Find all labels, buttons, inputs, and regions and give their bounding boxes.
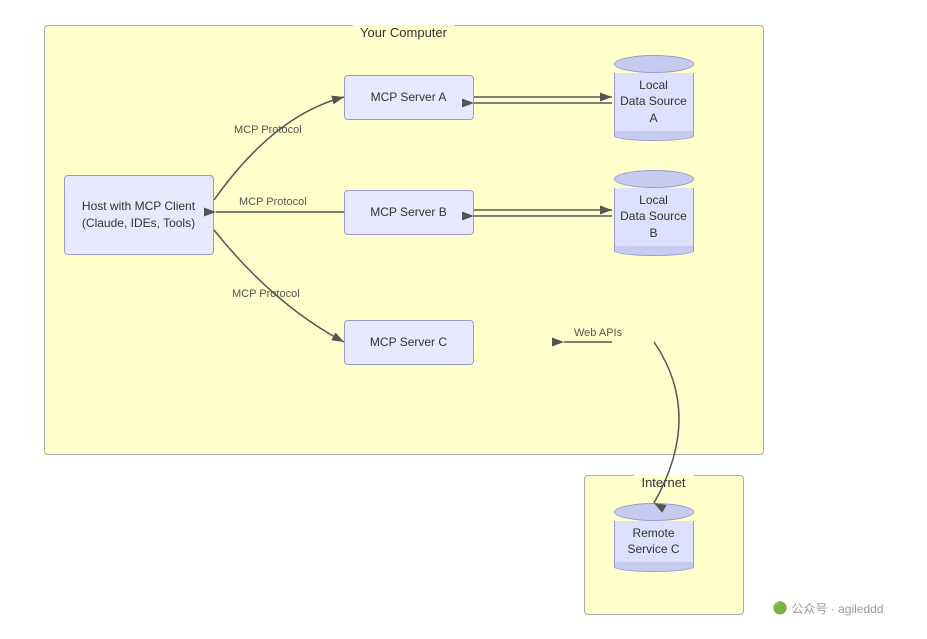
watermark: 🟢 公众号 · agileddd [773,600,884,617]
watermark-icon: 🟢 [773,601,788,615]
cylinder-a-body: LocalData Source A [614,73,694,136]
data-source-a: LocalData Source A [614,55,694,141]
cylinder-b-top [614,170,694,188]
server-a-label: MCP Server A [371,89,447,106]
your-computer-label: Your Computer [352,25,455,40]
cylinder-c-bottom [614,562,694,572]
remote-service-c: RemoteService C [614,503,694,573]
server-a-node: MCP Server A [344,75,474,120]
cylinder-b-body: LocalData Source B [614,188,694,251]
diagram-container: Your Computer Internet Host with MCP Cli… [24,15,904,625]
diagram-wrapper: Your Computer Internet Host with MCP Cli… [0,0,927,639]
host-node: Host with MCP Client(Claude, IDEs, Tools… [64,175,214,255]
cylinder-a-bottom [614,131,694,141]
watermark-text: 公众号 · agileddd [791,600,883,617]
server-c-label: MCP Server C [370,334,447,351]
cylinder-c-top [614,503,694,521]
server-b-label: MCP Server B [370,204,446,221]
cylinder-c-body: RemoteService C [614,521,694,568]
server-b-node: MCP Server B [344,190,474,235]
data-source-b: LocalData Source B [614,170,694,256]
host-label: Host with MCP Client(Claude, IDEs, Tools… [82,198,195,232]
cylinder-b-bottom [614,246,694,256]
server-c-node: MCP Server C [344,320,474,365]
internet-label: Internet [633,475,693,490]
cylinder-a-top [614,55,694,73]
